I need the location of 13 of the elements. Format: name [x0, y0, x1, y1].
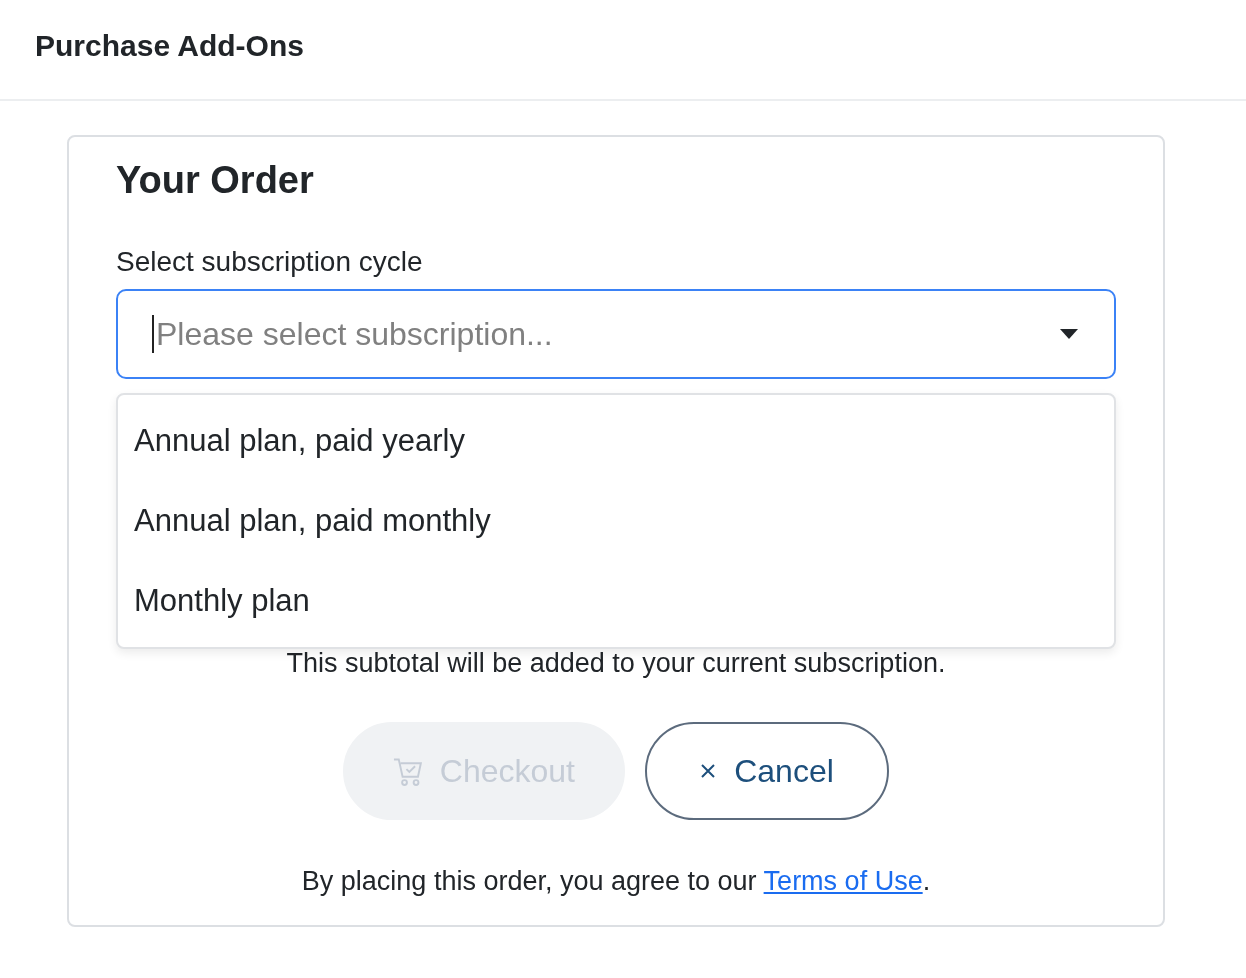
dropdown-option[interactable]: Annual plan, paid yearly [118, 401, 1114, 481]
section-title: Your Order [116, 158, 315, 203]
page-title: Purchase Add-Ons [35, 28, 304, 63]
dropdown-caret-icon [1060, 329, 1078, 339]
close-icon [700, 763, 717, 779]
subscription-select[interactable]: Please select subscription... [116, 289, 1116, 379]
subtotal-note: This subtotal will be added to your current subscription. [286, 647, 946, 680]
dropdown-option[interactable]: Annual plan, paid monthly [118, 481, 1114, 561]
terms-link[interactable]: Terms of Use [763, 866, 923, 896]
dropdown-option[interactable]: Monthly plan [118, 561, 1114, 641]
cancel-button[interactable]: Cancel [645, 722, 889, 820]
field-label: Select subscription cycle [116, 245, 423, 279]
terms-text: By placing this order, you agree to our Terms of Use. [301, 865, 931, 898]
